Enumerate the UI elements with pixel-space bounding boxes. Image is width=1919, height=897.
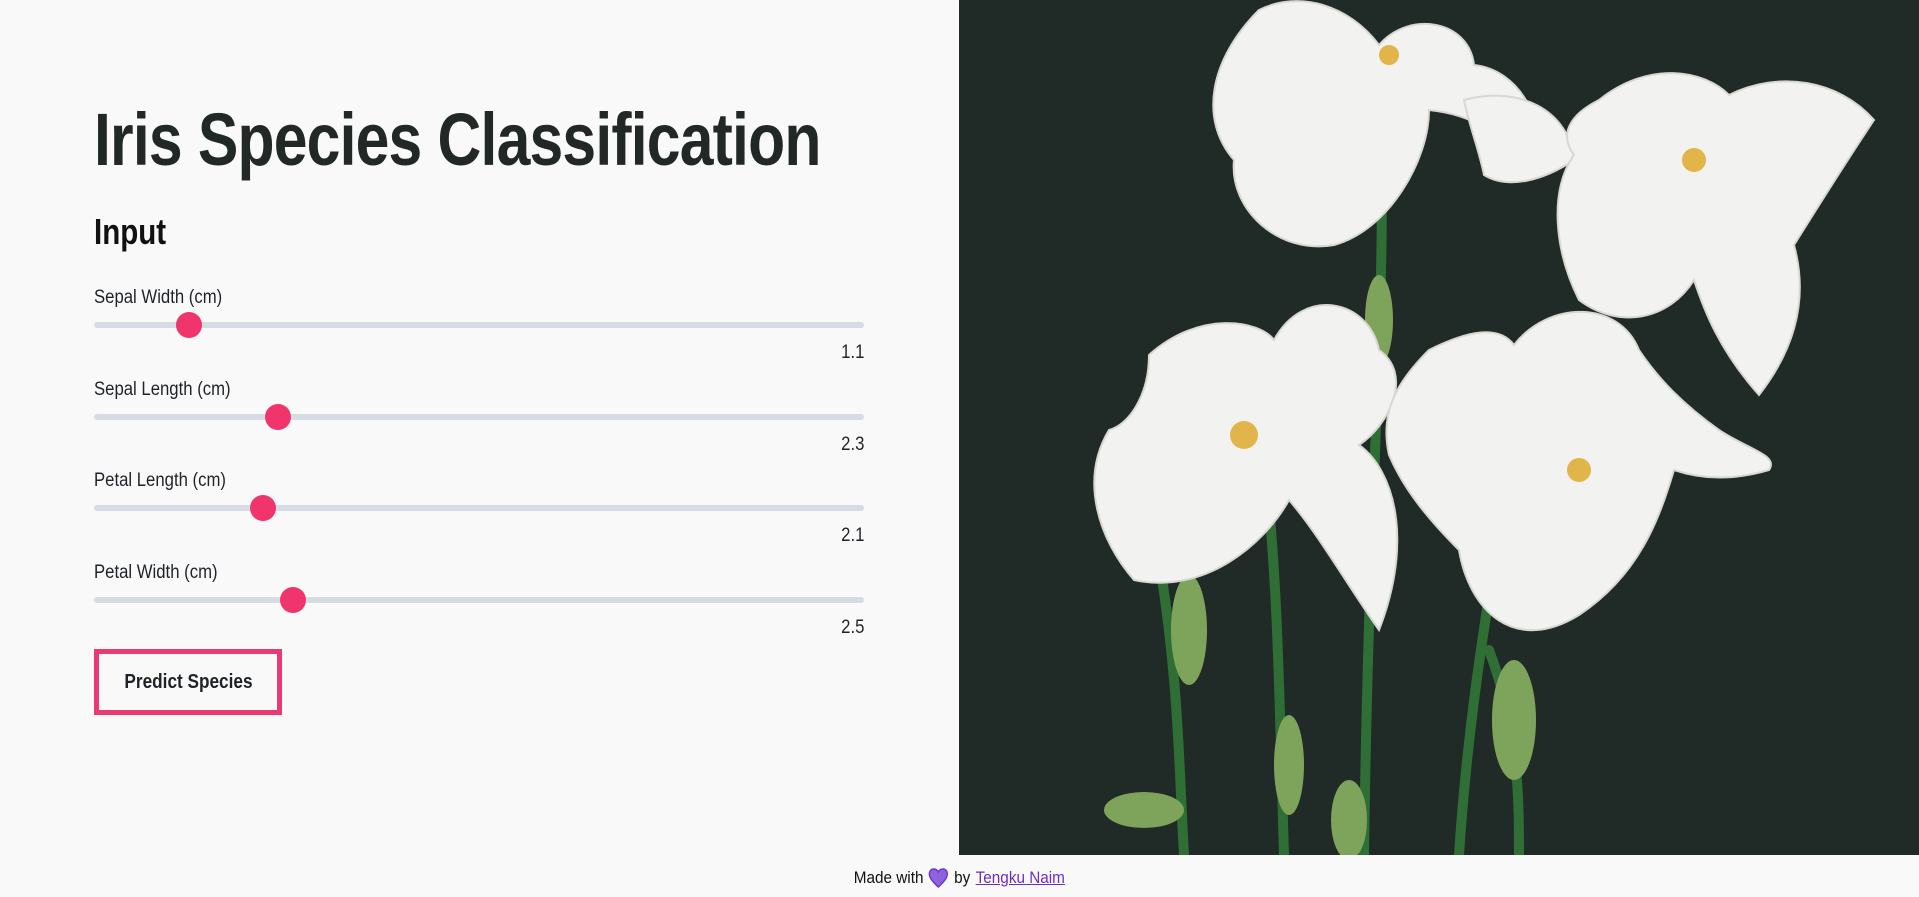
sepal-width-value: 1.1	[840, 342, 864, 363]
sepal-length-slider-thumb[interactable]	[265, 404, 292, 430]
sepal-width-label: Sepal Width (cm)	[94, 287, 223, 308]
sepal-length-label: Sepal Length (cm)	[94, 379, 231, 400]
petal-width-slider[interactable]	[94, 587, 864, 613]
footer: Made with by Tengku Naim	[0, 866, 1919, 890]
author-link[interactable]: Tengku Naim	[976, 866, 1065, 890]
predict-species-button-label: Predict Species	[123, 670, 253, 693]
made-with-text: Made with	[853, 868, 924, 887]
input-section-title: Input	[94, 211, 167, 252]
sepal-length-value: 2.3	[840, 434, 864, 455]
sepal-width-slider-thumb[interactable]	[175, 312, 202, 338]
predict-species-button[interactable]: Predict Species	[94, 649, 282, 715]
sepal-width-slider[interactable]	[94, 312, 864, 338]
footer-content: Made with by Tengku Naim	[854, 866, 1065, 890]
by-text: by	[954, 868, 971, 887]
petal-length-value: 2.1	[840, 525, 864, 546]
petal-width-slider-thumb[interactable]	[279, 587, 306, 613]
iris-flower-image	[959, 0, 1919, 855]
page-title: Iris Species Classification	[94, 98, 821, 181]
petal-width-label: Petal Width (cm)	[94, 562, 218, 583]
heart-icon	[929, 868, 949, 888]
petal-width-value: 2.5	[840, 617, 864, 638]
input-panel: Iris Species Classification Input Sepal …	[0, 0, 959, 855]
petal-length-slider[interactable]	[94, 495, 864, 521]
petal-length-label: Petal Length (cm)	[94, 470, 226, 491]
petal-length-slider-thumb[interactable]	[249, 495, 276, 521]
iris-flower-photo	[959, 0, 1919, 855]
sepal-length-slider[interactable]	[94, 404, 864, 430]
